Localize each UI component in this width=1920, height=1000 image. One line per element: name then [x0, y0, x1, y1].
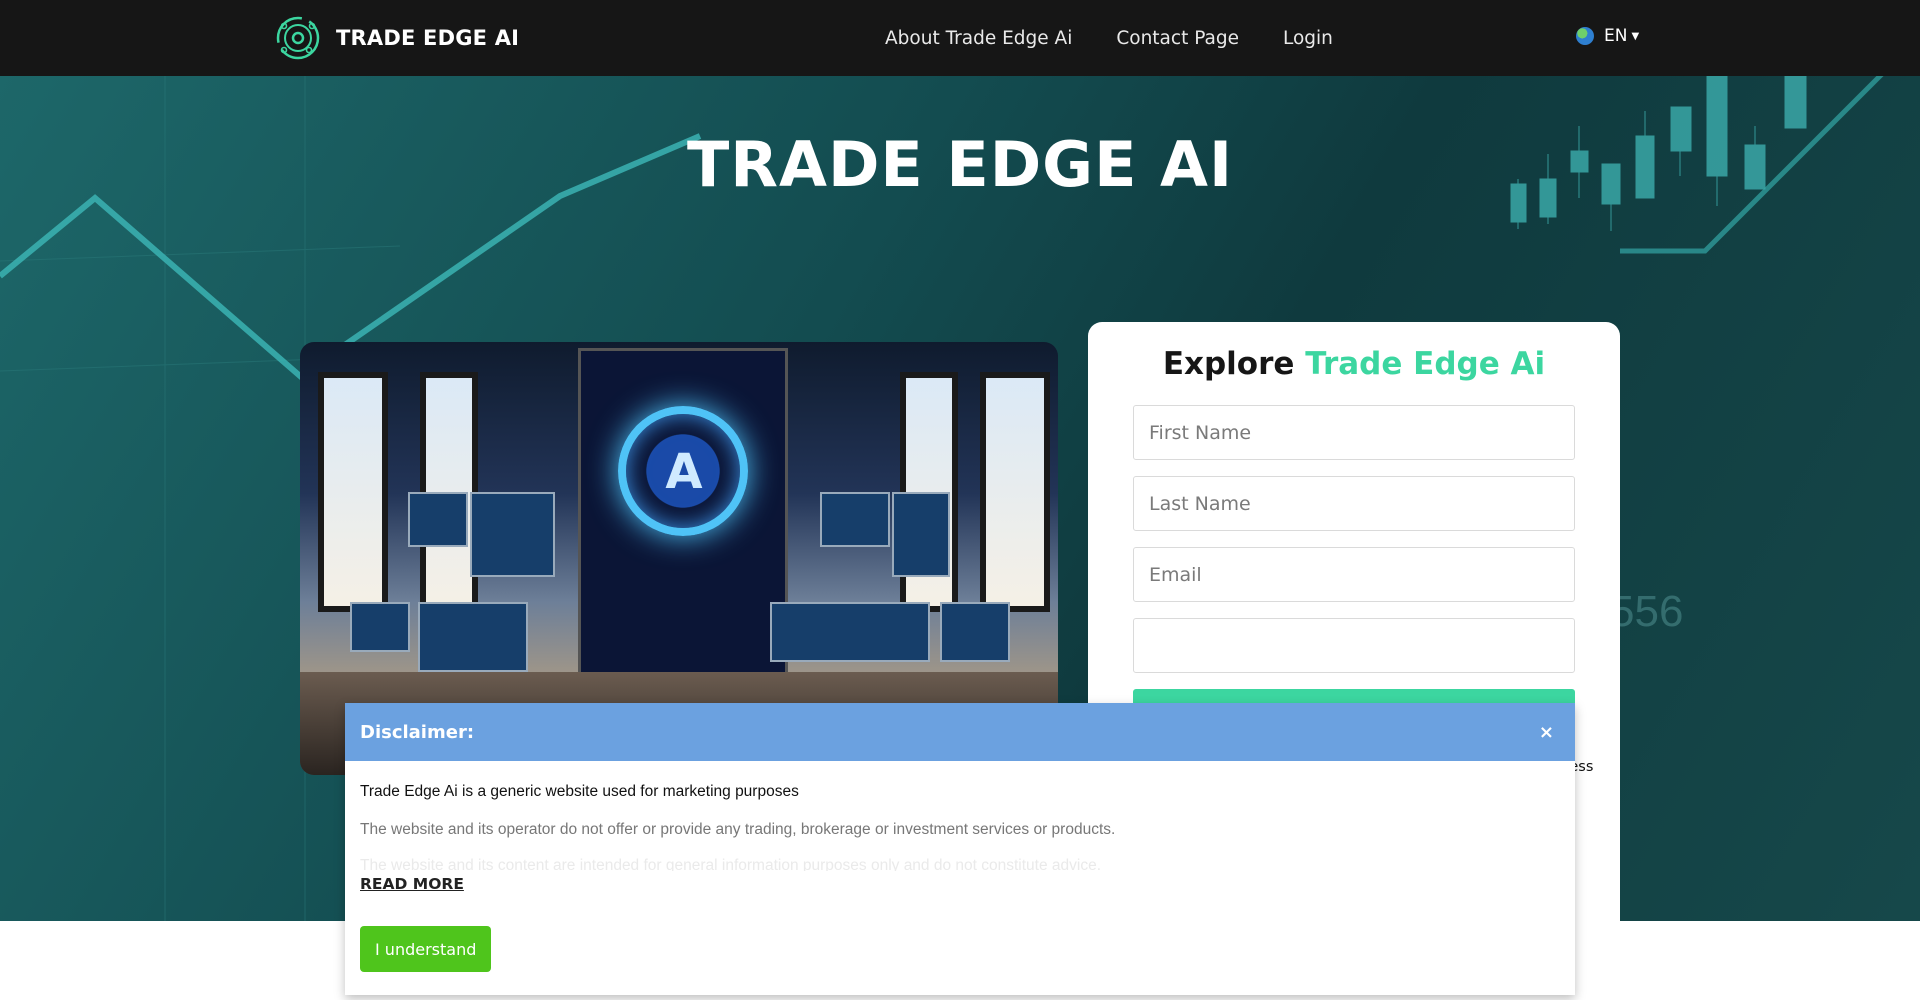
brand-logo[interactable]: TRADE EDGE AI	[274, 14, 519, 62]
first-name-input[interactable]	[1133, 405, 1575, 460]
form-title: Explore Trade Edge Ai	[1088, 346, 1620, 382]
read-more-link[interactable]: READ MORE	[360, 875, 464, 893]
disclaimer-header: Disclaimer: ×	[345, 703, 1575, 761]
caret-down-icon: ▼	[1631, 30, 1640, 42]
disclaimer-line-3-faded: The website and its content are intended…	[360, 857, 1102, 871]
form-title-accent: Trade Edge Ai	[1305, 346, 1546, 382]
hero-title: TRADE EDGE AI	[686, 128, 1234, 201]
nav-menu: About Trade Edge Ai Contact Page Login	[885, 0, 1333, 76]
i-understand-button[interactable]: I understand	[360, 926, 492, 972]
close-icon[interactable]: ×	[1539, 722, 1554, 743]
form-title-prefix: Explore	[1162, 346, 1295, 382]
disclaimer-body: Trade Edge Ai is a generic website used …	[345, 761, 1575, 893]
gear-orbit-logo-icon	[276, 16, 320, 60]
nav-link-login[interactable]: Login	[1283, 28, 1333, 49]
brand-name: TRADE EDGE AI	[336, 26, 520, 50]
disclaimer-line-2: The website and its operator do not offe…	[360, 821, 1116, 838]
globe-icon	[1576, 27, 1594, 45]
language-selector[interactable]: EN ▼	[1576, 26, 1639, 46]
language-code: EN	[1604, 26, 1628, 46]
nav-link-contact[interactable]: Contact Page	[1116, 28, 1239, 49]
last-name-input[interactable]	[1133, 476, 1575, 531]
disclaimer-modal: Disclaimer: × Trade Edge Ai is a generic…	[345, 703, 1575, 995]
nav-link-about[interactable]: About Trade Edge Ai	[885, 28, 1072, 49]
phone-input[interactable]	[1133, 618, 1575, 673]
email-input[interactable]	[1133, 547, 1575, 602]
disclaimer-line-1: Trade Edge Ai is a generic website used …	[360, 783, 799, 800]
disclaimer-title: Disclaimer:	[360, 721, 475, 743]
top-navbar: TRADE EDGE AI About Trade Edge Ai Contac…	[0, 0, 1920, 76]
background-number: 556	[1610, 587, 1683, 636]
